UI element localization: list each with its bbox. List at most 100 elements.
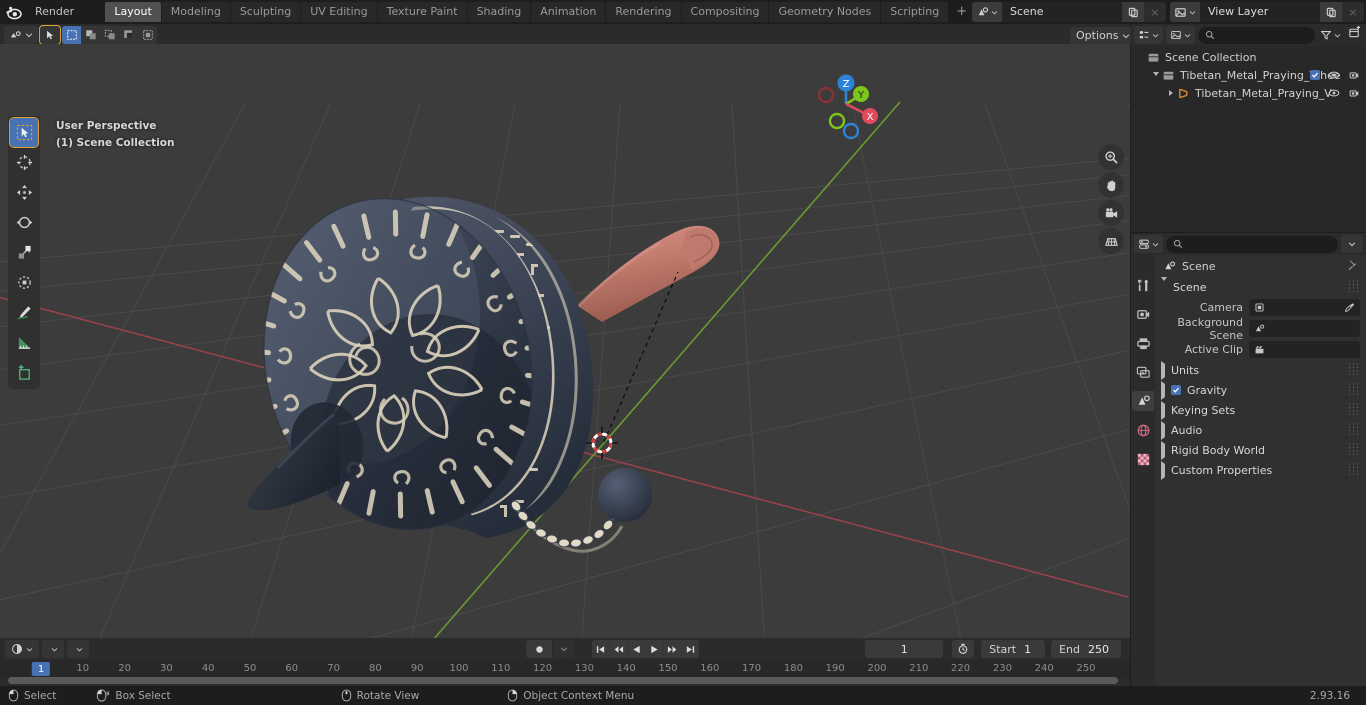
workspace-tab-layout[interactable]: Layout — [105, 2, 161, 22]
render-tab[interactable] — [1132, 304, 1154, 324]
outliner-disclosure-triangle[interactable] — [1150, 71, 1162, 79]
end-frame-value[interactable]: 250 — [1088, 643, 1121, 656]
outliner-hide-eye-icon[interactable] — [1328, 69, 1340, 84]
workspace-tab-modeling[interactable]: Modeling — [161, 2, 230, 22]
remove-viewlayer-button[interactable]: × — [1342, 2, 1364, 22]
panel-disclosure-triangle[interactable] — [1161, 440, 1165, 460]
auto-key-options-dropdown[interactable] — [553, 640, 576, 658]
scene-cone-icon[interactable] — [1132, 391, 1154, 411]
play-icon[interactable] — [646, 640, 664, 658]
timeline-menu-keying[interactable] — [67, 640, 89, 658]
tool-tab[interactable] — [1132, 275, 1154, 295]
panel-disclosure-triangle[interactable] — [1161, 360, 1165, 380]
transform-tool[interactable] — [10, 268, 38, 297]
cursor-tool[interactable] — [10, 148, 38, 177]
texture-checker-icon[interactable] — [1132, 449, 1154, 469]
timeline-menu-view[interactable] — [92, 640, 106, 658]
outliner-disclosure-triangle[interactable] — [1165, 90, 1177, 96]
eyedropper-icon[interactable] — [1344, 302, 1355, 313]
workspace-tab-uv-editing[interactable]: UV Editing — [301, 2, 377, 22]
view-layer-images-icon[interactable] — [1132, 362, 1154, 382]
annotate-tool[interactable] — [10, 298, 38, 327]
properties-options-dropdown[interactable] — [1341, 235, 1363, 253]
zoom-icon[interactable] — [1098, 144, 1124, 170]
outliner-row-2[interactable]: Tibetan_Metal_Praying_V — [1131, 84, 1366, 102]
next-keyframe-icon[interactable] — [664, 640, 682, 658]
property-field[interactable] — [1249, 299, 1360, 316]
timeline-editor[interactable]: 1 Start 1 End 250 10 20 30 40 50 60 70 80 90 100 1… — [0, 638, 1130, 686]
properties-editor-icon[interactable] — [1134, 235, 1163, 253]
auto-key-icon[interactable] — [952, 640, 975, 658]
select-mode-group[interactable] — [62, 26, 157, 44]
navigation-gizmo[interactable]: X Y Z — [808, 66, 884, 142]
timeline-ruler[interactable]: 10 20 30 40 50 60 70 80 90 100 110 120 130 140 150 160 1… — [0, 660, 1130, 678]
pan-hand-icon[interactable] — [1098, 172, 1124, 198]
outliner-exclude-checkbox[interactable] — [1310, 70, 1320, 80]
properties-panel-rigid-body-world[interactable]: Rigid Body World:::::: — [1155, 440, 1366, 460]
workspace-tab-geometry-nodes[interactable]: Geometry Nodes — [769, 2, 881, 22]
workspace-tab-compositing[interactable]: Compositing — [681, 2, 769, 22]
properties-panel-gravity[interactable]: Gravity:::::: — [1155, 380, 1366, 400]
gravity-checkbox[interactable] — [1171, 385, 1181, 395]
outliner-disable-render-icon[interactable] — [1348, 87, 1360, 102]
current-frame-field[interactable]: 1 — [865, 640, 944, 658]
scene-icon[interactable] — [972, 2, 1002, 22]
record-icon[interactable] — [526, 640, 553, 658]
select-subtract-icon[interactable] — [100, 26, 119, 44]
property-field[interactable] — [1249, 320, 1360, 337]
camera-view-icon[interactable] — [1098, 200, 1124, 226]
workspace-tab-texture-paint[interactable]: Texture Paint — [377, 2, 467, 22]
unlink-scene-button[interactable]: × — [1144, 2, 1166, 22]
toggle-ortho-icon[interactable] — [1098, 228, 1124, 254]
new-scene-button[interactable] — [1122, 2, 1144, 22]
properties-search-input[interactable] — [1166, 235, 1338, 253]
viewlayer-name[interactable]: View Layer — [1200, 2, 1320, 22]
outliner-filter-display-icon[interactable] — [1166, 26, 1195, 44]
panel-disclosure-triangle[interactable] — [1161, 460, 1165, 480]
timeline-editor-icon[interactable] — [5, 640, 39, 658]
move-tool[interactable] — [10, 178, 38, 207]
outliner-search-input[interactable] — [1198, 26, 1315, 44]
panel-disclosure-triangle[interactable] — [1161, 420, 1165, 440]
select-extend-icon[interactable] — [81, 26, 100, 44]
viewlayer-datablock[interactable]: View Layer × — [1170, 2, 1364, 22]
filter-icon[interactable] — [1318, 26, 1343, 44]
workspace-tab-animation[interactable]: Animation — [531, 2, 606, 22]
measure-tool[interactable] — [10, 328, 38, 357]
new-collection-icon[interactable] — [1346, 26, 1363, 44]
outliner-hide-eye-icon[interactable] — [1328, 87, 1340, 102]
properties-editor[interactable]: Scene Scene:::::: Camera Background Scene A… — [1131, 233, 1366, 686]
add-cube-tool[interactable] — [10, 358, 38, 387]
menu-render[interactable]: Render — [26, 0, 87, 24]
select-intersect-icon[interactable] — [138, 26, 157, 44]
outliner-editor[interactable]: Scene Collection Tibetan_Metal_Praying_Wh… — [1131, 24, 1366, 232]
workspace-tab-sculpting[interactable]: Sculpting — [230, 2, 301, 22]
start-frame-value[interactable]: 1 — [1024, 643, 1045, 656]
outliner-row-1[interactable]: Tibetan_Metal_Praying_Whee — [1131, 66, 1366, 84]
timeline-menu-marker[interactable] — [109, 640, 123, 658]
workspace-tab-shading[interactable]: Shading — [467, 2, 531, 22]
play-reverse-icon[interactable] — [628, 640, 646, 658]
panel-disclosure-triangle[interactable] — [1161, 276, 1167, 297]
workspace-tab-scripting[interactable]: Scripting — [881, 2, 949, 22]
new-viewlayer-button[interactable] — [1320, 2, 1342, 22]
outliner-row-0[interactable]: Scene Collection — [1131, 48, 1366, 66]
property-field[interactable] — [1249, 341, 1360, 358]
properties-panel-custom-properties[interactable]: Custom Properties:::::: — [1155, 460, 1366, 480]
panel-disclosure-triangle[interactable] — [1161, 380, 1165, 400]
pin-icon[interactable] — [1346, 259, 1358, 274]
tweak-select-box-tool[interactable] — [9, 117, 39, 148]
world-globe-icon[interactable] — [1132, 420, 1154, 440]
scale-tool[interactable] — [10, 238, 38, 267]
viewport-canvas[interactable] — [0, 44, 1130, 638]
timeline-scrollbar-track[interactable] — [0, 677, 1130, 684]
panel-disclosure-triangle[interactable] — [1161, 400, 1165, 420]
active-tool-indicator[interactable] — [39, 25, 61, 45]
rotate-tool[interactable] — [10, 208, 38, 237]
viewport-options-button[interactable]: Options — [1070, 27, 1137, 44]
add-workspace-button[interactable]: + — [949, 2, 974, 22]
jump-end-icon[interactable] — [682, 640, 700, 658]
blender-logo-icon[interactable] — [0, 0, 26, 24]
3d-viewport[interactable]: User Perspective (1) Scene Collection X … — [0, 44, 1130, 638]
outliner-disable-render-icon[interactable] — [1348, 69, 1360, 84]
